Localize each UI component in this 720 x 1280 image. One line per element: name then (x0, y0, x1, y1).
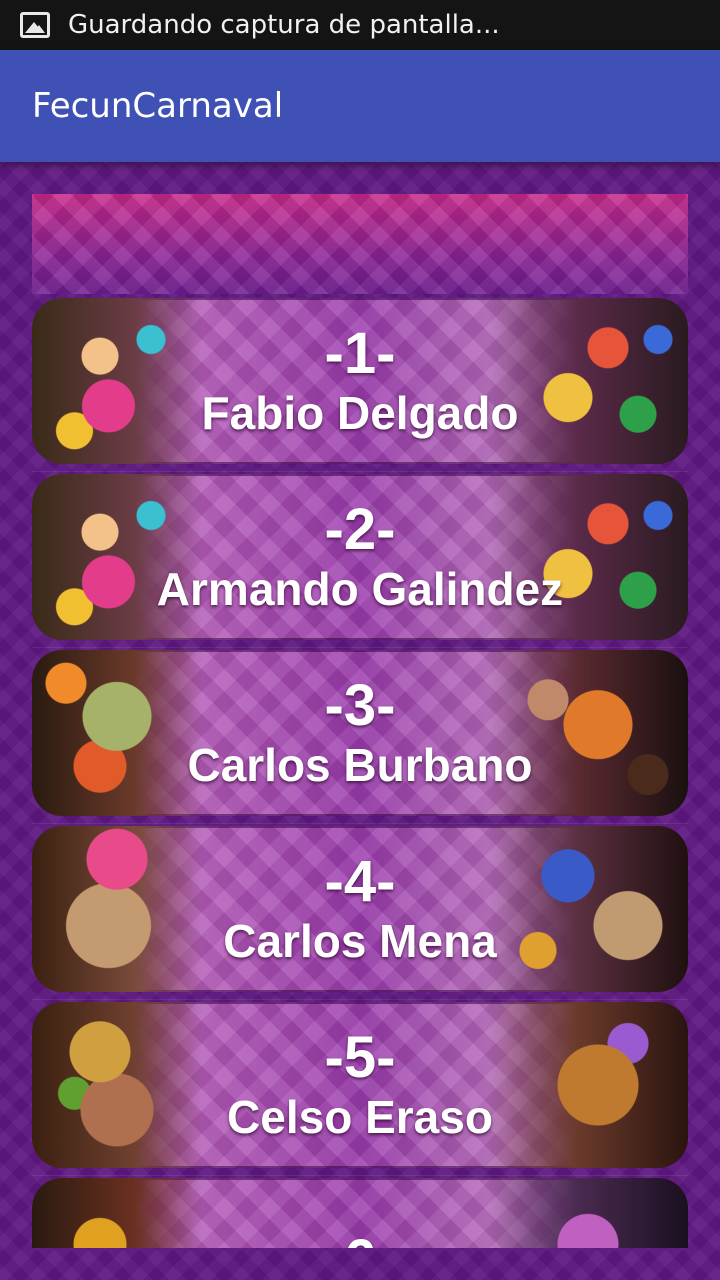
item-number: -2- (324, 497, 396, 562)
content-area: -1- Fabio Delgado -2- Armando Galindez -… (0, 162, 720, 1280)
list-item[interactable]: -5- Celso Eraso (32, 1000, 688, 1176)
app-bar: FecunCarnaval (0, 50, 720, 162)
artist-name: Celso Eraso (227, 1091, 493, 1143)
artist-card-5[interactable]: -5- Celso Eraso (32, 1002, 688, 1168)
item-number: -4- (324, 849, 396, 914)
item-number: -6- (325, 1229, 396, 1249)
list-item[interactable]: -3- Carlos Burbano (32, 648, 688, 824)
artist-name: Carlos Mena (223, 915, 497, 967)
item-number: -1- (324, 321, 396, 386)
status-bar: Guardando captura de pantalla... (0, 0, 720, 50)
list-item[interactable]: -2- Armando Galindez (32, 472, 688, 648)
image-icon (20, 12, 50, 38)
item-number: -3- (324, 673, 396, 738)
artist-list[interactable]: -1- Fabio Delgado -2- Armando Galindez -… (32, 296, 688, 1248)
artist-name: Fabio Delgado (201, 387, 519, 439)
list-item[interactable]: -4- Carlos Mena (32, 824, 688, 1000)
artist-card-1[interactable]: -1- Fabio Delgado (32, 298, 688, 464)
artist-card-3[interactable]: -3- Carlos Burbano (32, 650, 688, 816)
item-number: -5- (324, 1025, 396, 1090)
artist-name: Armando Galindez (156, 563, 564, 615)
artist-card-4[interactable]: -4- Carlos Mena (32, 826, 688, 992)
artist-name: Carlos Burbano (187, 739, 533, 791)
app-title: FecunCarnaval (32, 86, 284, 126)
list-item[interactable]: -1- Fabio Delgado (32, 296, 688, 472)
status-notification-text: Guardando captura de pantalla... (68, 10, 500, 40)
artist-card-2[interactable]: -2- Armando Galindez (32, 474, 688, 640)
list-item[interactable]: -6- (32, 1176, 688, 1248)
header-banner (32, 194, 688, 294)
artist-card-6[interactable]: -6- (32, 1178, 688, 1248)
